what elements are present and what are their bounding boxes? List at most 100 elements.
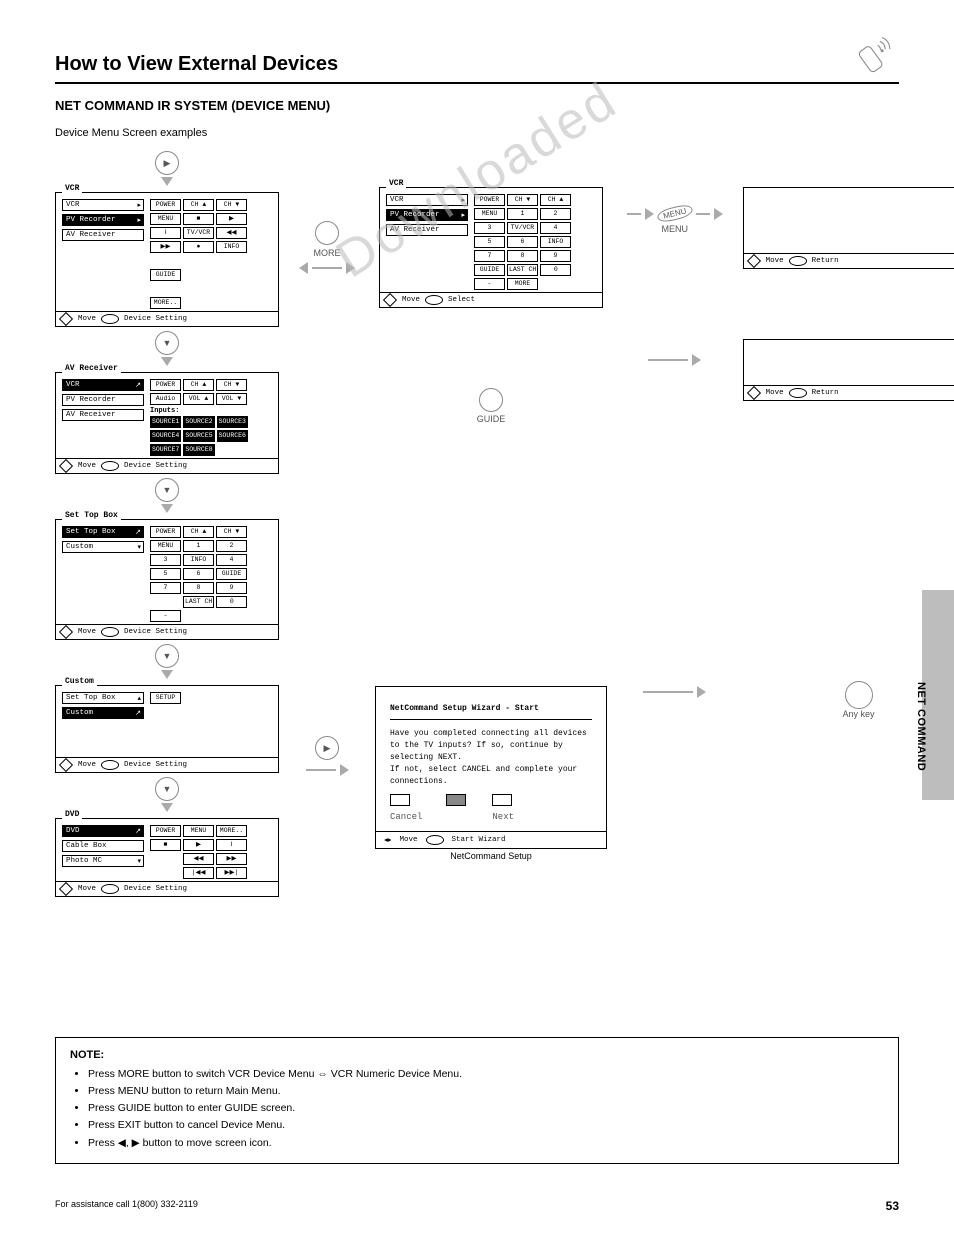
btn[interactable]: POWER — [150, 825, 181, 837]
btn[interactable]: 3 — [474, 222, 505, 234]
btn[interactable]: 8 — [507, 250, 538, 262]
btn[interactable]: GUIDE — [150, 269, 181, 281]
cancel-box[interactable] — [390, 794, 410, 806]
btn[interactable]: MENU — [183, 825, 214, 837]
btn[interactable]: INFO — [216, 241, 247, 253]
btn[interactable]: CH ▲ — [183, 379, 214, 391]
btn[interactable]: MORE — [507, 278, 538, 290]
btn[interactable]: Audio — [150, 393, 181, 405]
device-cable-box[interactable]: Cable Box — [62, 840, 144, 852]
nav-down-icon[interactable]: ▼ — [155, 777, 179, 801]
btn[interactable]: ▶ — [216, 213, 247, 225]
btn[interactable]: 7 — [474, 250, 505, 262]
btn[interactable]: GUIDE — [474, 264, 505, 276]
btn[interactable]: TV/VCR — [183, 227, 214, 239]
source-btn[interactable]: SOURCE6 — [217, 430, 248, 442]
nav-down-icon[interactable]: ▼ — [155, 478, 179, 502]
source-btn[interactable]: SOURCE3 — [217, 416, 248, 428]
device-vcr[interactable]: VCR▸ — [386, 194, 468, 206]
more-key-icon[interactable] — [315, 221, 339, 245]
btn[interactable]: ■ — [183, 213, 214, 225]
btn[interactable]: CH ▲ — [183, 526, 214, 538]
any-key-icon[interactable] — [479, 388, 503, 412]
btn[interactable]: 0 — [540, 264, 571, 276]
device-vcr[interactable]: VCR↗ — [62, 379, 144, 391]
btn[interactable]: |◀◀ — [183, 867, 214, 879]
btn[interactable]: 9 — [540, 250, 571, 262]
btn[interactable]: 8 — [183, 582, 214, 594]
btn[interactable]: 0 — [216, 596, 247, 608]
btn[interactable]: 2 — [216, 540, 247, 552]
btn[interactable]: ● — [183, 241, 214, 253]
source-btn[interactable]: SOURCE2 — [183, 416, 214, 428]
btn[interactable]: POWER — [150, 199, 181, 211]
device-av-receiver[interactable]: AV Receiver — [386, 224, 468, 236]
btn[interactable]: 5 — [150, 568, 181, 580]
btn[interactable]: INFO — [540, 236, 571, 248]
btn[interactable]: POWER — [150, 526, 181, 538]
source-btn[interactable]: SOURCE5 — [183, 430, 214, 442]
btn-more[interactable]: MORE.. — [150, 297, 181, 309]
btn[interactable]: 2 — [540, 208, 571, 220]
btn[interactable]: CH ▲ — [183, 199, 214, 211]
device-custom[interactable]: Custom▾ — [62, 541, 144, 553]
btn[interactable]: MORE.. — [216, 825, 247, 837]
btn[interactable]: ‖ — [216, 839, 247, 851]
device-dvd[interactable]: DVD↗ — [62, 825, 144, 837]
btn[interactable]: CH ▼ — [216, 526, 247, 538]
btn[interactable]: 3 — [150, 554, 181, 566]
btn[interactable]: INFO — [183, 554, 214, 566]
btn[interactable]: VOL ▼ — [216, 393, 247, 405]
btn[interactable]: 7 — [150, 582, 181, 594]
btn[interactable]: VOL ▲ — [183, 393, 214, 405]
btn[interactable]: 4 — [216, 554, 247, 566]
device-av-receiver[interactable]: AV Receiver — [62, 229, 144, 241]
btn[interactable]: ◀◀ — [183, 853, 214, 865]
btn[interactable]: CH ▼ — [216, 379, 247, 391]
btn[interactable]: LAST CH — [507, 264, 538, 276]
btn[interactable]: CH ▲ — [540, 194, 571, 206]
btn[interactable]: 1 — [183, 540, 214, 552]
any-key-icon[interactable] — [845, 681, 873, 709]
device-pv-recorder[interactable]: PV Recorder — [62, 394, 144, 406]
btn[interactable]: 6 — [183, 568, 214, 580]
btn[interactable]: GUIDE — [216, 568, 247, 580]
source-btn[interactable]: SOURCE8 — [183, 444, 214, 456]
btn[interactable]: MENU — [150, 213, 181, 225]
device-custom[interactable]: Custom↗ — [62, 707, 144, 719]
btn[interactable]: MENU — [150, 540, 181, 552]
btn[interactable]: ▶▶| — [216, 867, 247, 879]
btn[interactable]: ▶ — [183, 839, 214, 851]
device-photo-mc[interactable]: Photo MC▾ — [62, 855, 144, 867]
btn[interactable]: POWER — [474, 194, 505, 206]
btn[interactable]: TV/VCR — [507, 222, 538, 234]
nav-right-icon[interactable]: ▶ — [315, 736, 339, 760]
btn[interactable]: 4 — [540, 222, 571, 234]
menu-key-icon[interactable]: MENU — [656, 203, 694, 224]
btn[interactable]: 1 — [507, 208, 538, 220]
btn[interactable]: ‖ — [150, 227, 181, 239]
btn[interactable]: MENU — [474, 208, 505, 220]
btn[interactable]: 6 — [507, 236, 538, 248]
nav-more-icon[interactable]: ▶ — [155, 151, 179, 175]
btn[interactable]: CH ▼ — [507, 194, 538, 206]
btn[interactable]: ◀◀ — [216, 227, 247, 239]
device-vcr[interactable]: VCR▸ — [62, 199, 144, 211]
btn[interactable]: ▶▶ — [150, 241, 181, 253]
device-pv-recorder[interactable]: PV Recorder▸ — [62, 214, 144, 226]
device-stb[interactable]: Set Top Box↗ — [62, 526, 144, 538]
btn[interactable]: ■ — [150, 839, 181, 851]
btn[interactable]: 5 — [474, 236, 505, 248]
nav-down-icon[interactable]: ▼ — [155, 331, 179, 355]
source-btn[interactable]: SOURCE4 — [150, 430, 181, 442]
source-btn[interactable]: SOURCE7 — [150, 444, 181, 456]
device-av-receiver[interactable]: AV Receiver — [62, 409, 144, 421]
btn-setup[interactable]: SETUP — [150, 692, 181, 704]
btn[interactable]: CH ▼ — [216, 199, 247, 211]
btn[interactable]: - — [474, 278, 505, 290]
btn[interactable]: - — [150, 610, 181, 622]
device-pv-recorder[interactable]: PV Recorder▸ — [386, 209, 468, 221]
btn[interactable]: ▶▶ — [216, 853, 247, 865]
next-box[interactable] — [492, 794, 512, 806]
btn[interactable]: POWER — [150, 379, 181, 391]
